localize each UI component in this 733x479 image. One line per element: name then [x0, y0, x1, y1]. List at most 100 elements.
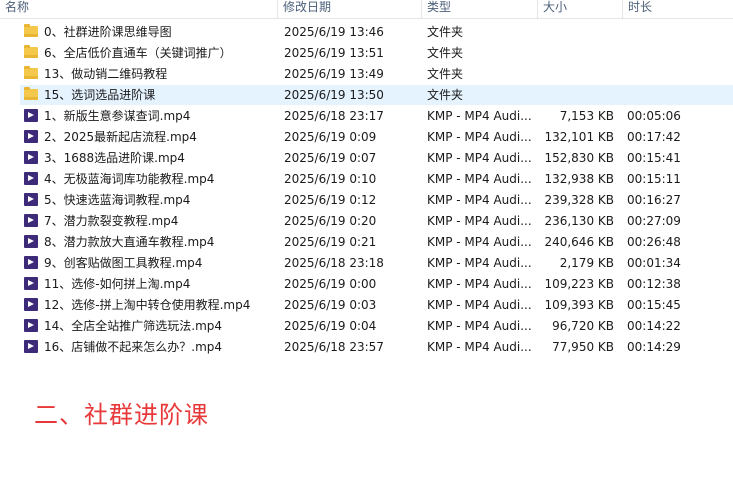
- video-file-icon: [24, 319, 38, 332]
- row-date: 2025/6/19 0:04: [284, 319, 377, 333]
- file-row[interactable]: 11、选修-如何拼上淘.mp4 2025/6/19 0:00 KMP - MP4 A…: [20, 274, 733, 294]
- annotation-text: 二、社群进阶课: [34, 401, 209, 429]
- row-size: 77,950 KB: [552, 340, 614, 354]
- video-file-icon: [24, 193, 38, 206]
- file-row[interactable]: 3、1688选品进阶课.mp4 2025/6/19 0:07 KMP - MP4 A…: [20, 148, 733, 168]
- row-size: 152,830 KB: [544, 151, 614, 165]
- row-size: [540, 64, 614, 84]
- folder-row[interactable]: 0、社群进阶课思维导图 2025/6/19 13:46 文件夹: [20, 22, 733, 42]
- video-file-icon: [24, 130, 38, 143]
- column-header-size[interactable]: 大小: [537, 0, 622, 18]
- file-row[interactable]: 5、快速选蓝海词教程.mp4 2025/6/19 0:12 KMP - MP4 Au…: [20, 190, 733, 210]
- row-type: KMP - MP4 Audi...: [427, 298, 532, 312]
- column-header-duration[interactable]: 时长: [622, 0, 733, 18]
- row-name-label: 15、选词选品进阶课: [44, 88, 156, 102]
- row-name-cell: 12、选修-拼上淘中转仓使用教程.mp4: [24, 295, 274, 315]
- video-file-icon: [24, 298, 38, 311]
- row-duration: 00:01:34: [627, 256, 681, 270]
- folder-row[interactable]: 6、全店低价直通车（关键词推广） 2025/6/19 13:51 文件夹: [20, 43, 733, 63]
- row-duration: 00:17:42: [627, 130, 681, 144]
- row-date: 2025/6/19 13:49: [284, 67, 384, 81]
- folder-icon: [24, 45, 38, 58]
- column-header-name[interactable]: 名称: [0, 0, 277, 18]
- row-duration: 00:14:22: [627, 319, 681, 333]
- row-duration: 00:14:29: [627, 340, 681, 354]
- row-size: [540, 43, 614, 63]
- file-row[interactable]: 8、潜力款放大直通车教程.mp4 2025/6/19 0:21 KMP - MP4 …: [20, 232, 733, 252]
- row-date: 2025/6/19 0:07: [284, 151, 377, 165]
- row-name-label: 2、2025最新起店流程.mp4: [44, 130, 197, 144]
- row-name-label: 4、无极蓝海词库功能教程.mp4: [44, 172, 215, 186]
- row-name-label: 16、店铺做不起来怎么办？.mp4: [44, 340, 223, 354]
- row-name-cell: 3、1688选品进阶课.mp4: [24, 148, 274, 168]
- row-type: KMP - MP4 Audi...: [427, 340, 532, 354]
- file-row[interactable]: 4、无极蓝海词库功能教程.mp4 2025/6/19 0:10 KMP - MP4 …: [20, 169, 733, 189]
- column-header-type[interactable]: 类型: [421, 0, 537, 18]
- row-duration: 00:15:11: [627, 172, 681, 186]
- row-name-label: 3、1688选品进阶课.mp4: [44, 151, 185, 165]
- row-name-cell: 6、全店低价直通车（关键词推广）: [24, 43, 274, 63]
- row-size: 236,130 KB: [544, 214, 614, 228]
- row-duration: 00:05:06: [627, 109, 681, 123]
- row-name-label: 5、快速选蓝海词教程.mp4: [44, 193, 191, 207]
- video-file-icon: [24, 151, 38, 164]
- row-duration: 00:15:45: [627, 298, 681, 312]
- row-size: [540, 22, 614, 42]
- row-name-label: 14、全店全站推广筛选玩法.mp4: [44, 319, 223, 333]
- row-type: 文件夹: [427, 25, 464, 39]
- row-type: KMP - MP4 Audi...: [427, 235, 532, 249]
- row-name-cell: 4、无极蓝海词库功能教程.mp4: [24, 169, 274, 189]
- folder-row[interactable]: 15、选词选品进阶课 2025/6/19 13:50 文件夹: [20, 85, 733, 105]
- row-name-label: 0、社群进阶课思维导图: [44, 25, 172, 39]
- row-date: 2025/6/19 0:09: [284, 130, 377, 144]
- video-file-icon: [24, 214, 38, 227]
- row-duration: [627, 85, 707, 105]
- row-name-cell: 9、创客贴做图工具教程.mp4: [24, 253, 274, 273]
- folder-icon: [24, 87, 38, 100]
- folder-row[interactable]: 13、做动销二维码教程 2025/6/19 13:49 文件夹: [20, 64, 733, 84]
- row-date: 2025/6/19 0:20: [284, 214, 377, 228]
- row-name-label: 7、潜力款裂变教程.mp4: [44, 214, 179, 228]
- row-name-cell: 15、选词选品进阶课: [24, 85, 274, 105]
- row-type: KMP - MP4 Audi...: [427, 256, 532, 270]
- row-date: 2025/6/18 23:17: [284, 109, 384, 123]
- row-duration: 00:16:27: [627, 193, 681, 207]
- file-row[interactable]: 16、店铺做不起来怎么办？.mp4 2025/6/18 23:57 KMP - MP…: [20, 337, 733, 357]
- row-date: 2025/6/18 23:57: [284, 340, 384, 354]
- row-type: KMP - MP4 Audi...: [427, 109, 532, 123]
- row-date: 2025/6/19 0:03: [284, 298, 377, 312]
- row-name-cell: 5、快速选蓝海词教程.mp4: [24, 190, 274, 210]
- file-row[interactable]: 9、创客贴做图工具教程.mp4 2025/6/18 23:18 KMP - MP4 …: [20, 253, 733, 273]
- row-size: 240,646 KB: [544, 235, 614, 249]
- row-size: 132,101 KB: [544, 130, 614, 144]
- file-row[interactable]: 14、全店全站推广筛选玩法.mp4 2025/6/19 0:04 KMP - MP4…: [20, 316, 733, 336]
- row-name-label: 8、潜力款放大直通车教程.mp4: [44, 235, 215, 249]
- row-type: 文件夹: [427, 88, 464, 102]
- video-file-icon: [24, 172, 38, 185]
- row-type: KMP - MP4 Audi...: [427, 130, 532, 144]
- row-size: 2,179 KB: [559, 256, 614, 270]
- row-size: 109,223 KB: [544, 277, 614, 291]
- file-row[interactable]: 7、潜力款裂变教程.mp4 2025/6/19 0:20 KMP - MP4 Aud…: [20, 211, 733, 231]
- column-header-bar: 名称 修改日期 类型 大小 时长: [0, 0, 733, 19]
- row-size: 96,720 KB: [552, 319, 614, 333]
- row-duration: 00:12:38: [627, 277, 681, 291]
- row-name-label: 9、创客贴做图工具教程.mp4: [44, 256, 203, 270]
- video-file-icon: [24, 256, 38, 269]
- row-duration: 00:27:09: [627, 214, 681, 228]
- row-name-label: 12、选修-拼上淘中转仓使用教程.mp4: [44, 298, 251, 312]
- row-type: KMP - MP4 Audi...: [427, 319, 532, 333]
- file-row[interactable]: 12、选修-拼上淘中转仓使用教程.mp4 2025/6/19 0:03 KMP - …: [20, 295, 733, 315]
- row-name-cell: 16、店铺做不起来怎么办？.mp4: [24, 337, 274, 357]
- row-name-cell: 0、社群进阶课思维导图: [24, 22, 274, 42]
- row-name-label: 11、选修-如何拼上淘.mp4: [44, 277, 191, 291]
- file-row[interactable]: 1、新版生意参谋查词.mp4 2025/6/18 23:17 KMP - MP4 A…: [20, 106, 733, 126]
- file-row[interactable]: 2、2025最新起店流程.mp4 2025/6/19 0:09 KMP - MP4 …: [20, 127, 733, 147]
- row-date: 2025/6/19 13:51: [284, 46, 384, 60]
- row-name-cell: 13、做动销二维码教程: [24, 64, 274, 84]
- column-header-date[interactable]: 修改日期: [277, 0, 421, 18]
- row-type: 文件夹: [427, 67, 464, 81]
- row-date: 2025/6/19 13:50: [284, 88, 384, 102]
- row-type: KMP - MP4 Audi...: [427, 277, 532, 291]
- row-date: 2025/6/19 0:21: [284, 235, 377, 249]
